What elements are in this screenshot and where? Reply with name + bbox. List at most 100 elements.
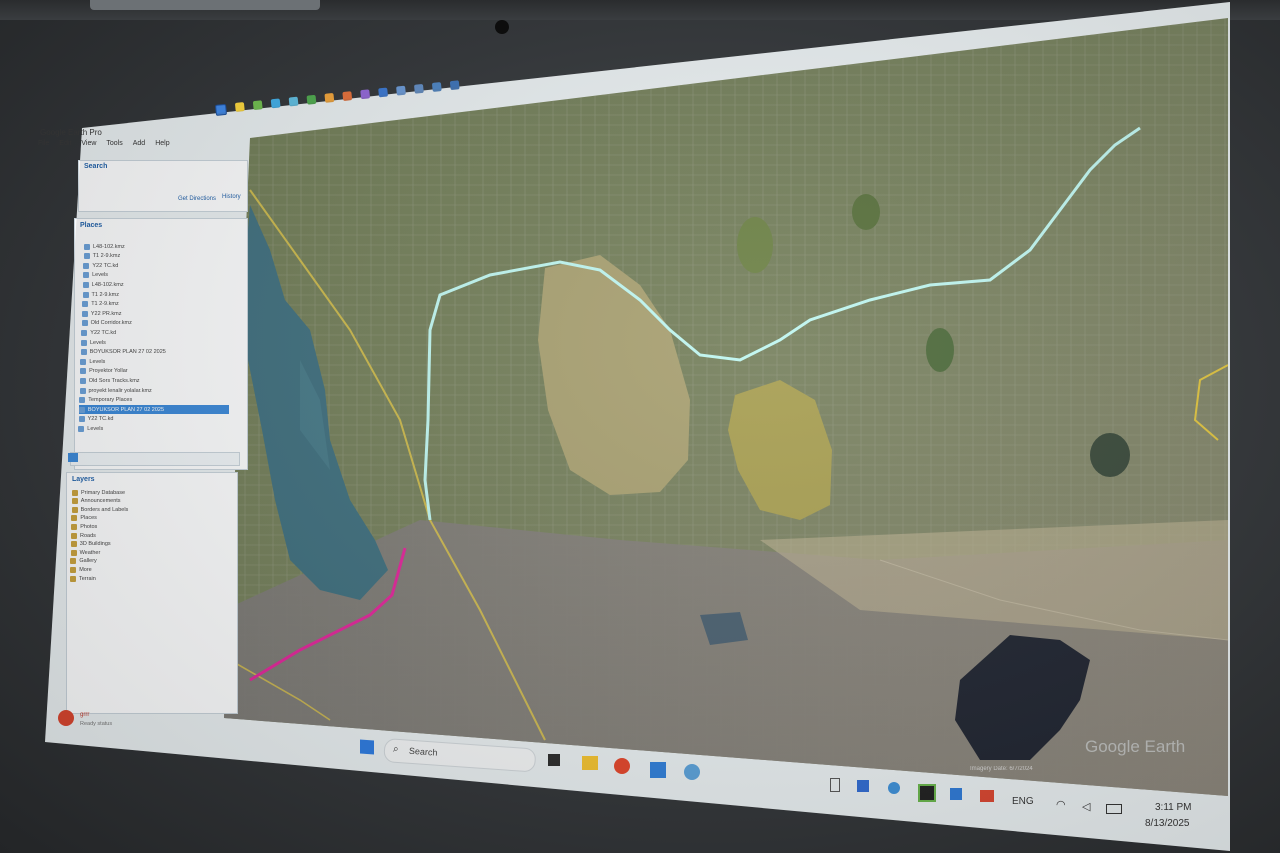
kml-file-icon xyxy=(78,425,85,432)
ceiling-camera xyxy=(495,20,509,34)
layers-item-label: More xyxy=(79,566,92,573)
path-icon[interactable] xyxy=(270,98,281,109)
menu-file[interactable]: File xyxy=(38,140,49,147)
tray-sync-icon[interactable] xyxy=(888,782,900,794)
tray-alert-icon[interactable] xyxy=(980,790,994,802)
places-item[interactable]: proyekt lenalir yolalar.kmz xyxy=(79,386,230,395)
historical-imagery-icon[interactable] xyxy=(324,92,335,103)
layers-item[interactable]: Terrain xyxy=(70,574,220,583)
print-icon[interactable] xyxy=(413,83,424,94)
app-icon-blue[interactable] xyxy=(650,762,666,778)
places-item[interactable]: L48-102.kmz xyxy=(82,280,233,289)
places-item-label: Levels xyxy=(90,339,106,346)
places-item-label: Levels xyxy=(89,358,106,365)
kml-file-icon xyxy=(84,243,90,250)
places-search-bar[interactable] xyxy=(70,452,240,466)
places-item[interactable]: Y22 TC.kd xyxy=(78,415,229,424)
places-item-label: Levels xyxy=(92,272,108,279)
save-image-icon[interactable] xyxy=(431,82,442,92)
kml-file-icon xyxy=(82,281,89,288)
places-item[interactable]: Levels xyxy=(81,338,231,347)
placemark-icon[interactable] xyxy=(234,102,245,112)
search-header[interactable]: Search xyxy=(84,163,107,170)
layers-item-label: Gallery xyxy=(79,558,97,565)
email-icon[interactable] xyxy=(396,85,406,96)
places-item[interactable]: T1 2-9.kmz xyxy=(82,290,233,299)
places-item[interactable]: Temporary Places xyxy=(79,396,229,405)
layer-icon xyxy=(71,515,78,522)
kml-file-icon xyxy=(79,387,86,394)
clock-time[interactable]: 3:11 PM xyxy=(1155,802,1192,813)
places-item-label: Temporary Places xyxy=(88,397,133,404)
layers-header[interactable]: Layers xyxy=(72,476,95,483)
places-item-label: T1 2-9.kmz xyxy=(91,291,120,298)
places-item[interactable]: Old Corridor.kmz xyxy=(81,319,232,328)
ceiling-fixture xyxy=(90,0,320,10)
menu-add[interactable]: Add xyxy=(133,140,145,147)
places-item[interactable]: Y22 TC.kd xyxy=(83,261,233,270)
layer-icon xyxy=(71,523,78,530)
layers-item-label: Borders and Labels xyxy=(80,506,129,513)
places-item[interactable]: Proyektor Yollar xyxy=(80,367,230,376)
window-title: Google Earth Pro xyxy=(40,128,102,137)
places-header[interactable]: Places xyxy=(80,222,102,229)
app-icon-red[interactable] xyxy=(614,758,630,774)
language-indicator[interactable]: ENG xyxy=(1012,796,1034,807)
menu-view[interactable]: View xyxy=(81,140,96,147)
places-item[interactable]: Old Sors Tracks.kmz xyxy=(79,376,230,385)
kml-file-icon xyxy=(80,358,87,365)
layer-icon xyxy=(70,549,77,556)
shield-icon[interactable] xyxy=(950,788,962,800)
search-icon: ⌕ xyxy=(392,743,400,756)
places-item[interactable]: Levels xyxy=(78,424,228,433)
kml-file-icon xyxy=(80,349,87,356)
google-earth-taskbar-icon[interactable] xyxy=(684,764,700,780)
planet-icon[interactable] xyxy=(360,89,371,100)
places-item-label: T1 2-9.kmz xyxy=(91,301,119,308)
tray-app-icon[interactable] xyxy=(857,780,869,792)
sun-icon[interactable] xyxy=(342,91,353,102)
wifi-icon[interactable]: ◠ xyxy=(1056,798,1066,811)
layer-icon xyxy=(70,541,77,548)
layer-icon xyxy=(70,558,77,565)
task-view-icon[interactable] xyxy=(548,754,560,766)
view-in-maps-icon[interactable] xyxy=(449,80,460,91)
tour-icon[interactable] xyxy=(306,94,317,105)
menu-help[interactable]: Help xyxy=(155,140,169,147)
places-item[interactable]: Y22 TC.kd xyxy=(81,328,231,337)
volume-icon[interactable]: ◁ xyxy=(1082,800,1090,813)
ruler-icon[interactable] xyxy=(378,87,389,98)
places-item[interactable]: T1 2-9.kmz xyxy=(83,252,234,261)
kml-file-icon xyxy=(81,339,87,346)
places-item[interactable]: T1 2-9.kmz xyxy=(82,300,232,309)
menu-edit[interactable]: Edit xyxy=(59,140,71,147)
get-directions-link[interactable]: Get Directions xyxy=(178,196,216,202)
places-item[interactable]: Y22 PR.kmz xyxy=(81,309,232,318)
battery-icon[interactable] xyxy=(1106,804,1122,814)
places-item[interactable]: BOYUKSOR PLAN 27 02 2025 xyxy=(80,348,231,357)
search-places-icon[interactable] xyxy=(68,453,78,462)
usb-icon[interactable] xyxy=(830,778,840,792)
nvidia-icon[interactable] xyxy=(918,784,936,802)
kml-file-icon xyxy=(82,301,89,308)
layers-item-label: Roads xyxy=(80,532,96,539)
layer-icon xyxy=(71,498,78,505)
overlay-icon[interactable] xyxy=(288,96,299,107)
app-logo-icon xyxy=(58,710,74,726)
menu-tools[interactable]: Tools xyxy=(106,140,122,147)
clock-date[interactable]: 8/13/2025 xyxy=(1145,818,1190,829)
places-item-label: Y22 TC.kd xyxy=(90,329,117,336)
history-link[interactable]: History xyxy=(222,194,241,200)
places-item[interactable]: Levels xyxy=(80,357,230,366)
kml-file-icon xyxy=(79,397,86,404)
places-item[interactable]: L48-102.kmz xyxy=(84,242,234,251)
places-item[interactable]: BOYUKSOR PLAN 27 02 2025 xyxy=(78,405,229,415)
places-item[interactable]: Levels xyxy=(83,271,233,280)
kml-file-icon xyxy=(78,406,85,413)
polygon-icon[interactable] xyxy=(252,100,263,111)
sidebar-toggle-icon[interactable] xyxy=(215,103,228,116)
windows-start-icon[interactable] xyxy=(360,739,374,755)
places-item-label: L48-102.kmz xyxy=(93,243,125,250)
kml-file-icon xyxy=(83,272,90,279)
file-explorer-icon[interactable] xyxy=(582,756,598,770)
